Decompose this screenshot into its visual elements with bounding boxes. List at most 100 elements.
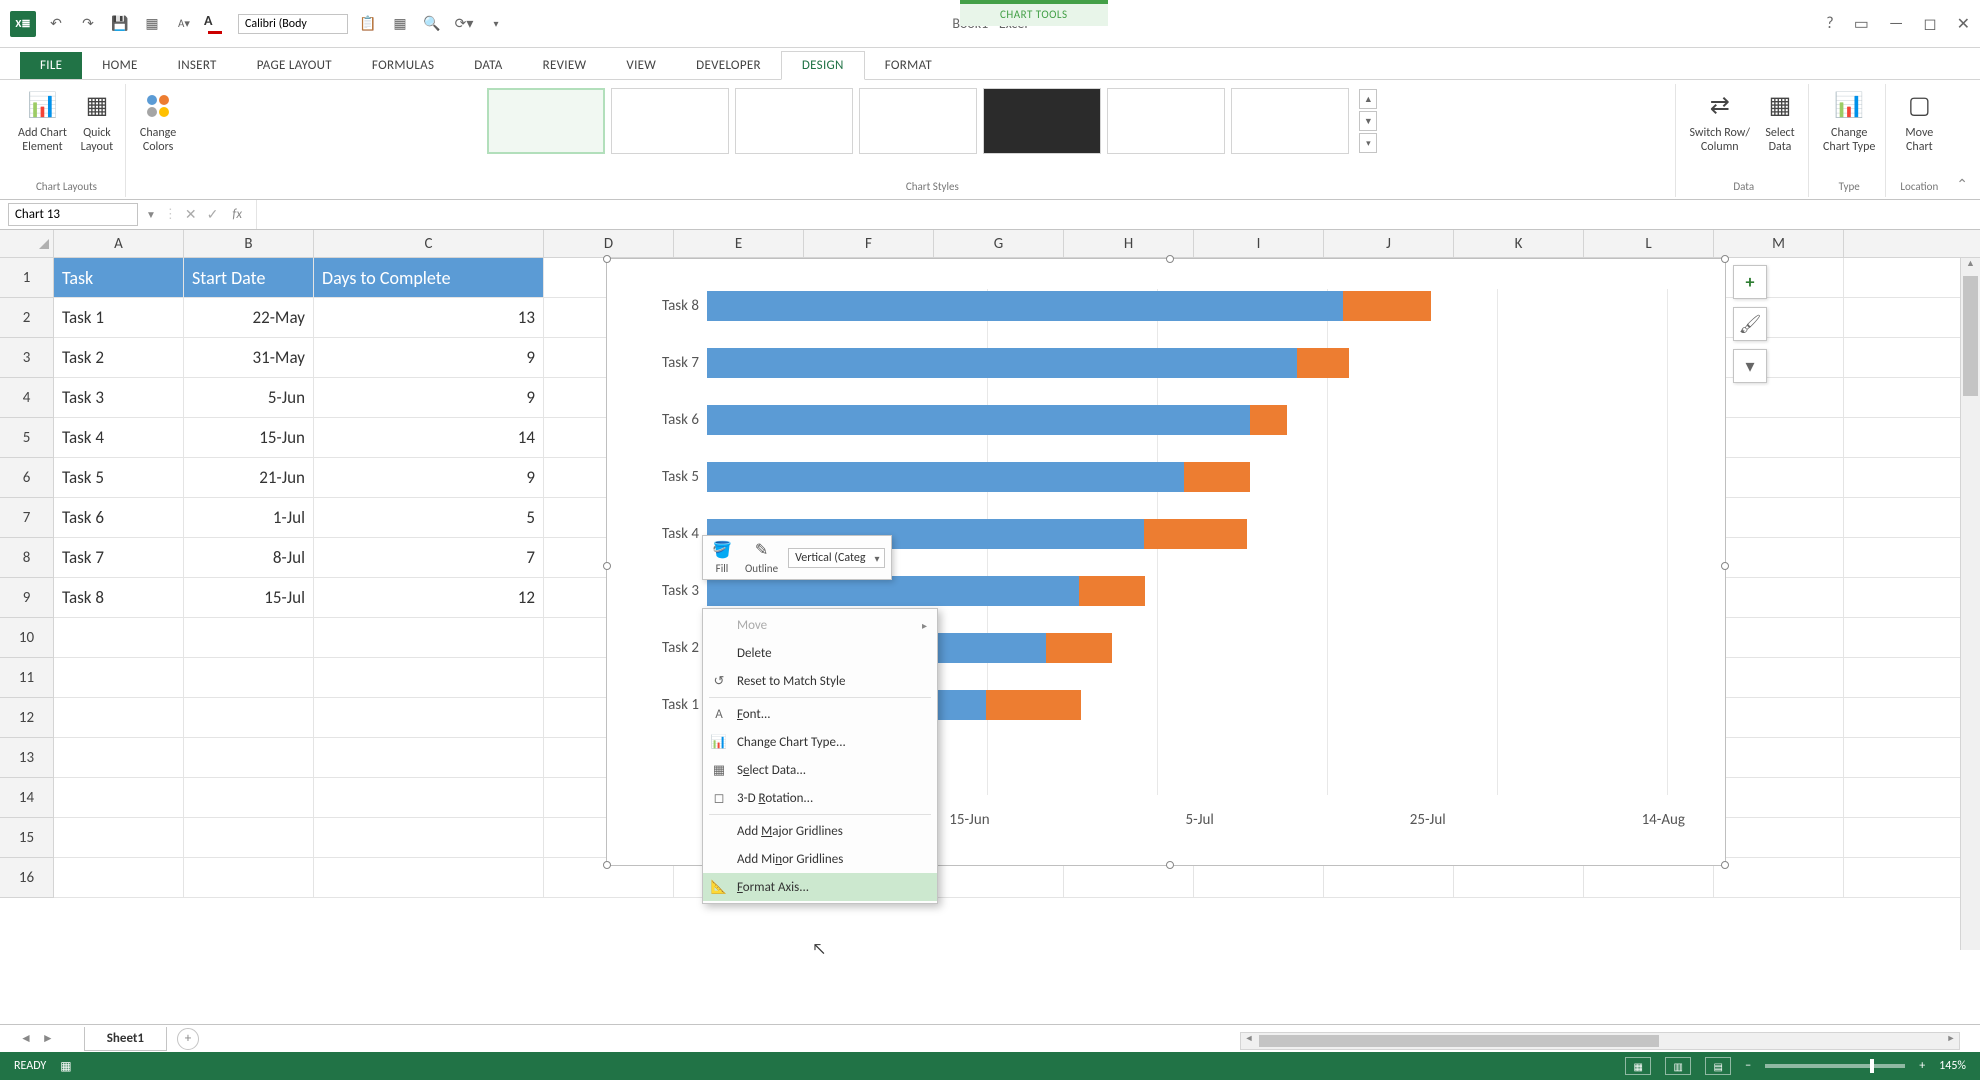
chart-bar-series2[interactable] — [1184, 462, 1250, 492]
ctx-add-major-gridlines[interactable]: Add Major Gridlines — [703, 817, 937, 845]
chart-bar[interactable]: Task 7 — [707, 346, 1685, 380]
formula-input[interactable] — [256, 200, 1972, 229]
move-chart-button[interactable]: ▢ Move Chart — [1901, 88, 1937, 155]
chart-bar-series2[interactable] — [1144, 519, 1247, 549]
sheet-nav-next[interactable]: ► — [42, 1031, 54, 1046]
table-button[interactable]: ▦ — [388, 12, 412, 36]
cell[interactable]: 1-Jul — [184, 498, 314, 537]
paste-button[interactable]: 📋 — [356, 12, 380, 36]
row-header[interactable]: 15 — [0, 818, 53, 858]
cell[interactable]: 9 — [314, 338, 544, 377]
cell[interactable] — [184, 778, 314, 817]
gallery-more-button[interactable]: ▾ — [1359, 133, 1377, 153]
ctx-reset[interactable]: ↺Reset to Match Style — [703, 667, 937, 695]
chart-style-thumb[interactable] — [983, 88, 1101, 154]
row-headers[interactable]: 12345678910111213141516 — [0, 258, 54, 898]
cell[interactable] — [1714, 458, 1844, 497]
cell[interactable]: 9 — [314, 458, 544, 497]
ctx-font[interactable]: AFont... — [703, 700, 937, 728]
cell[interactable]: 14 — [314, 418, 544, 457]
column-header[interactable]: L — [1584, 230, 1714, 257]
cell[interactable] — [314, 698, 544, 737]
cell[interactable]: Task 6 — [54, 498, 184, 537]
chart-category-label[interactable]: Task 7 — [629, 354, 699, 372]
row-header[interactable]: 10 — [0, 618, 53, 658]
gallery-scroll-up-button[interactable]: ▲ — [1359, 89, 1377, 109]
chart-bar-series2[interactable] — [1079, 576, 1145, 606]
cell[interactable] — [54, 618, 184, 657]
close-button[interactable]: ✕ — [1957, 14, 1970, 34]
column-headers[interactable]: ABCDEFGHIJKLM — [54, 230, 1980, 258]
chart-bar[interactable]: Task 6 — [707, 403, 1685, 437]
cell[interactable]: 5-Jun — [184, 378, 314, 417]
cell[interactable] — [184, 658, 314, 697]
cell[interactable]: 15-Jun — [184, 418, 314, 457]
cell[interactable] — [1714, 538, 1844, 577]
chart-bar-series2[interactable] — [1250, 405, 1287, 435]
cell[interactable] — [314, 618, 544, 657]
chart-category-label[interactable]: Task 1 — [629, 696, 699, 714]
ribbon-collapse-button[interactable]: ⌃ — [1952, 172, 1972, 197]
cell[interactable]: 7 — [314, 538, 544, 577]
cell[interactable] — [1714, 618, 1844, 657]
ribbon-display-options-button[interactable]: ▭ — [1854, 14, 1869, 34]
cell[interactable] — [184, 738, 314, 777]
cell[interactable] — [54, 658, 184, 697]
column-header[interactable]: K — [1454, 230, 1584, 257]
zoom-in-button[interactable]: + — [1919, 1059, 1925, 1073]
cell[interactable] — [184, 618, 314, 657]
cell[interactable]: Task 4 — [54, 418, 184, 457]
cell[interactable] — [314, 658, 544, 697]
cell[interactable] — [1714, 578, 1844, 617]
row-header[interactable]: 8 — [0, 538, 53, 578]
cell[interactable] — [184, 698, 314, 737]
ctx-delete[interactable]: Delete — [703, 639, 937, 667]
cell[interactable]: Task 3 — [54, 378, 184, 417]
cell[interactable] — [54, 778, 184, 817]
excel-app-icon[interactable]: X≣ — [10, 11, 36, 37]
horizontal-scrollbar[interactable]: ◄ ► — [1240, 1032, 1960, 1050]
view-normal-button[interactable]: ▦ — [1625, 1057, 1651, 1075]
ctx-change-chart-type[interactable]: 📊Change Chart Type... — [703, 728, 937, 756]
cell[interactable] — [314, 738, 544, 777]
cell[interactable] — [1714, 738, 1844, 777]
cell[interactable] — [314, 818, 544, 857]
cell[interactable]: 22-May — [184, 298, 314, 337]
cell[interactable] — [1714, 778, 1844, 817]
cell[interactable] — [184, 818, 314, 857]
chart-bar-series2[interactable] — [1343, 291, 1431, 321]
new-button[interactable]: ▦ — [140, 12, 164, 36]
tab-formulas[interactable]: FORMULAS — [352, 52, 454, 79]
ctx-3d-rotation[interactable]: ◻3-D Rotation... — [703, 784, 937, 812]
row-header[interactable]: 13 — [0, 738, 53, 778]
chart-category-label[interactable]: Task 2 — [629, 639, 699, 657]
chart-bar-series2[interactable] — [1297, 348, 1349, 378]
gallery-scroll-down-button[interactable]: ▼ — [1359, 111, 1377, 131]
chart-style-thumb[interactable] — [611, 88, 729, 154]
chart-category-label[interactable]: Task 5 — [629, 468, 699, 486]
chart-bar-series1[interactable] — [707, 291, 1343, 321]
chart-styles-gallery[interactable]: ▲ ▼ ▾ — [487, 88, 1377, 154]
new-sheet-button[interactable]: + — [177, 1028, 199, 1050]
name-box[interactable] — [8, 203, 138, 226]
column-header[interactable]: I — [1194, 230, 1324, 257]
cell[interactable] — [54, 698, 184, 737]
chart-style-thumb[interactable] — [859, 88, 977, 154]
row-header[interactable]: 6 — [0, 458, 53, 498]
tab-view[interactable]: VIEW — [606, 52, 676, 79]
select-data-button[interactable]: ▦ Select Data — [1762, 88, 1798, 155]
cancel-formula-button[interactable]: ✕ — [185, 206, 197, 223]
fx-icon[interactable]: fx — [232, 207, 242, 222]
zoom-level[interactable]: 145% — [1939, 1059, 1966, 1073]
minimize-button[interactable]: — — [1889, 14, 1903, 34]
mini-fill-button[interactable]: 🪣 Fill — [709, 540, 735, 575]
row-header[interactable]: 5 — [0, 418, 53, 458]
chart-bar-series1[interactable] — [707, 462, 1184, 492]
chart-style-thumb[interactable] — [1107, 88, 1225, 154]
font-family-select[interactable] — [238, 14, 348, 34]
row-header[interactable]: 16 — [0, 858, 53, 898]
tab-format[interactable]: FORMAT — [865, 52, 952, 79]
cell[interactable]: Start Date — [184, 258, 314, 297]
ctx-add-minor-gridlines[interactable]: Add Minor Gridlines — [703, 845, 937, 873]
chart-category-label[interactable]: Task 3 — [629, 582, 699, 600]
